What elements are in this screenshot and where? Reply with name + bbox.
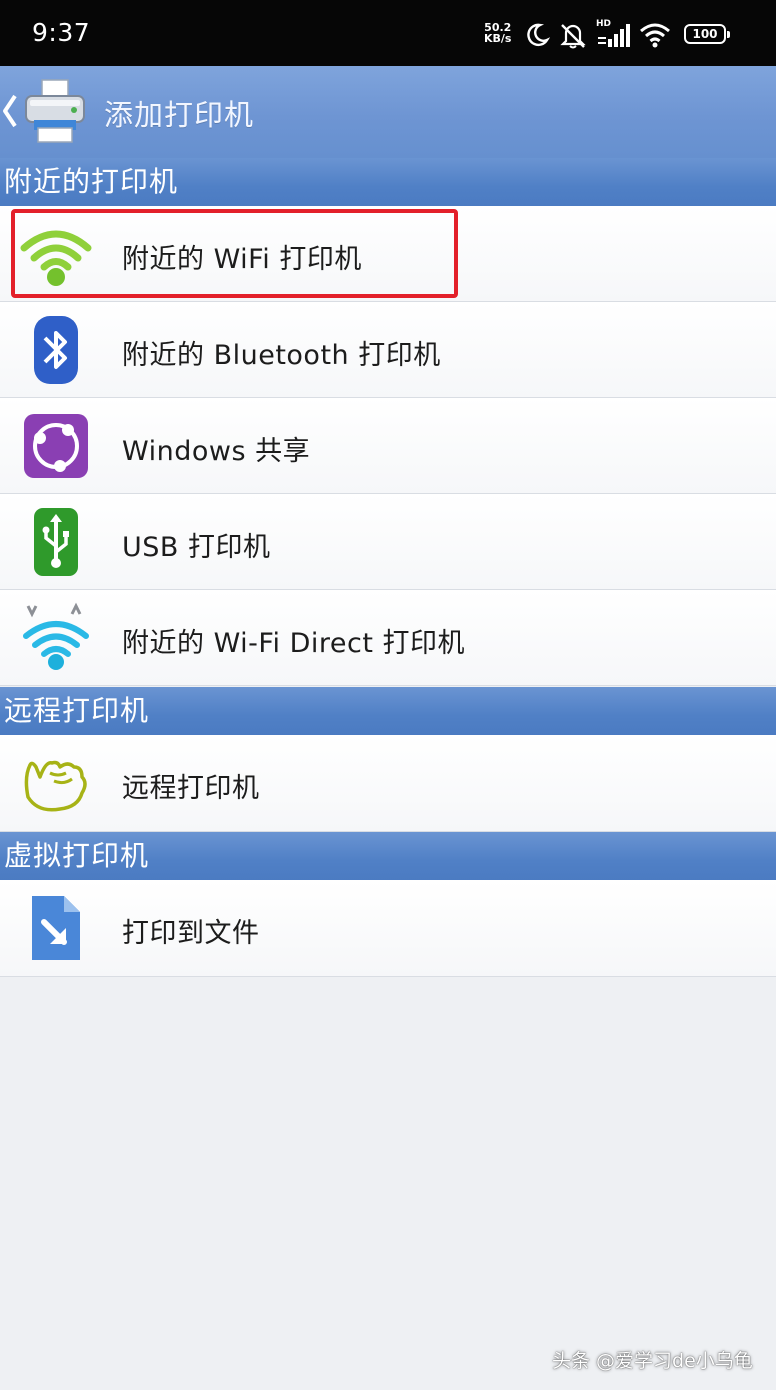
status-bar: 9:37 50.2 KB/s HD 100 xyxy=(0,0,776,66)
battery-indicator: 100 xyxy=(684,24,730,44)
network-speed: 50.2 KB/s xyxy=(484,22,511,44)
list-item-wifi-direct-printer[interactable]: 附近的 Wi-Fi Direct 打印机 xyxy=(0,590,776,686)
bluetooth-icon xyxy=(34,316,78,384)
list-item-usb-printer[interactable]: USB 打印机 xyxy=(0,494,776,590)
signal-icon xyxy=(598,24,630,47)
section-header-nearby: 附近的打印机 xyxy=(0,158,776,206)
item-label: 附近的 Bluetooth 打印机 xyxy=(122,340,441,371)
wifi-direct-icon xyxy=(23,602,89,670)
list-item-remote-printer[interactable]: 远程打印机 xyxy=(0,735,776,832)
watermark-text: 头条 @爱学习de小乌龟 xyxy=(552,1350,753,1372)
item-label: 附近的 Wi-Fi Direct 打印机 xyxy=(122,628,466,659)
item-label: 远程打印机 xyxy=(122,773,260,804)
item-label: USB 打印机 xyxy=(122,532,271,563)
moon-icon xyxy=(527,23,550,47)
list-item-bluetooth-printer[interactable]: 附近的 Bluetooth 打印机 xyxy=(0,302,776,398)
share-icon xyxy=(24,414,88,478)
file-export-icon xyxy=(32,896,80,960)
printer-app-icon xyxy=(25,79,85,143)
wifi-status-icon xyxy=(640,23,670,48)
page-title: 添加打印机 xyxy=(104,98,255,132)
cloud-hand-icon xyxy=(24,760,87,812)
item-label: Windows 共享 xyxy=(122,436,311,467)
item-label: 打印到文件 xyxy=(122,918,260,949)
status-time: 9:37 xyxy=(32,18,91,47)
title-bar: 添加打印机 xyxy=(0,66,776,158)
list-item-print-to-file[interactable]: 打印到文件 xyxy=(0,880,776,977)
back-chevron-icon[interactable] xyxy=(0,88,22,134)
status-icons: HD xyxy=(524,19,672,50)
cellular-signal: HD xyxy=(596,19,630,49)
section-header-virtual: 虚拟打印机 xyxy=(0,832,776,880)
highlight-box xyxy=(11,209,458,298)
mute-bell-icon xyxy=(560,24,586,49)
network-speed-unit: KB/s xyxy=(484,32,512,45)
section-header-remote: 远程打印机 xyxy=(0,687,776,735)
usb-icon xyxy=(34,508,78,576)
list-item-windows-share[interactable]: Windows 共享 xyxy=(0,398,776,494)
